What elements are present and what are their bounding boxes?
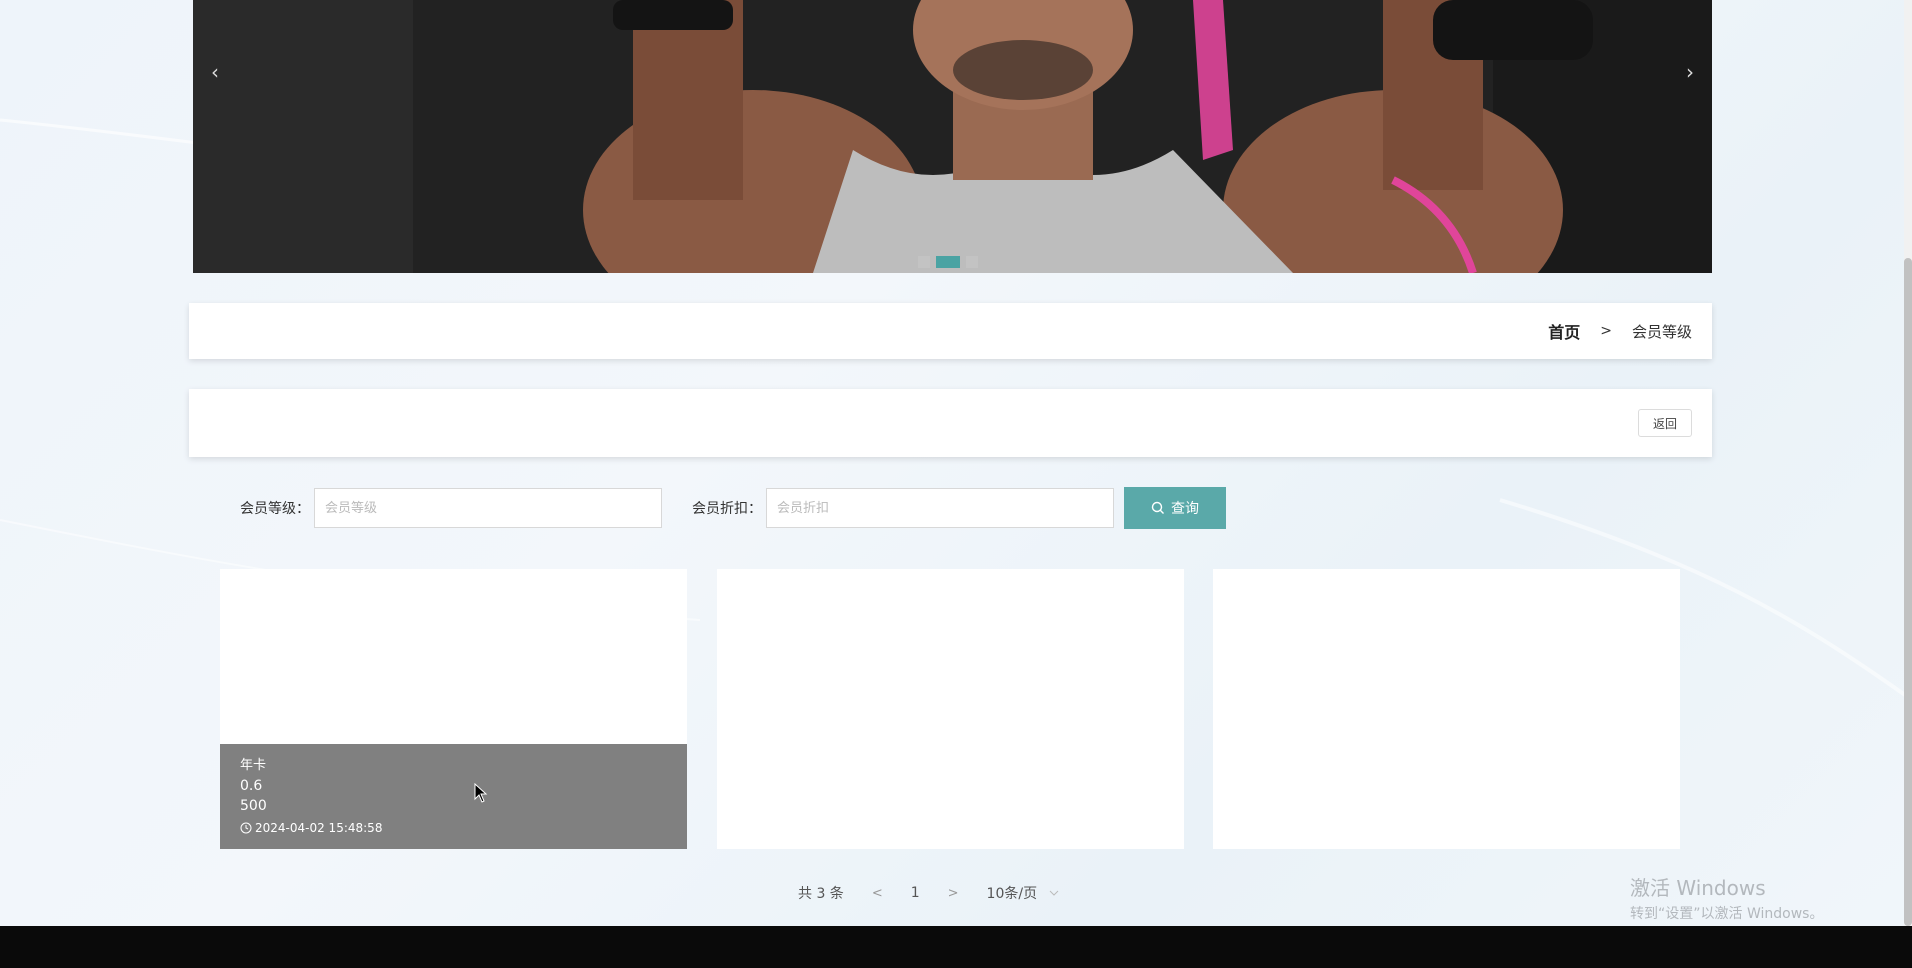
carousel-prev-button[interactable]: ‹ [203, 60, 227, 84]
breadcrumb: 首页 > 会员等级 [1548, 303, 1692, 359]
watermark-subtitle: 转到“设置”以激活 Windows。 [1630, 906, 1824, 922]
breadcrumb-panel: 首页 > 会员等级 [189, 303, 1712, 359]
page-scrollbar[interactable] [1904, 0, 1912, 926]
breadcrumb-home-link[interactable]: 首页 [1548, 319, 1580, 343]
query-button-label: 查询 [1171, 500, 1199, 516]
level-card[interactable] [1213, 569, 1680, 849]
breadcrumb-current: 会员等级 [1631, 322, 1692, 341]
os-taskbar [0, 926, 1912, 968]
back-button[interactable]: 返回 [1637, 409, 1692, 437]
query-button[interactable]: 查询 [1124, 487, 1226, 529]
mouse-cursor-icon [474, 783, 488, 803]
chevron-right-icon: › [1686, 60, 1694, 84]
actions-panel: 返回 [189, 389, 1712, 457]
pagination-next-button[interactable]: > [948, 886, 959, 901]
pagination-page-1[interactable]: 1 [911, 885, 920, 901]
discount-search-input[interactable] [766, 488, 1114, 528]
search-icon [1151, 501, 1164, 514]
pagination: 共 3 条 < 1 > 10条/页 [798, 883, 1059, 903]
banner-image [193, 0, 1712, 273]
clock-icon [240, 822, 252, 834]
card-level: 年卡 [240, 758, 267, 773]
watermark-title: 激活 Windows [1630, 876, 1766, 900]
windows-activation-watermark: 激活 Windows 转到“设置”以激活 Windows。 [1630, 872, 1823, 923]
card-time-text: 2024-04-02 15:48:58 [255, 821, 383, 835]
pagination-prev-button[interactable]: < [872, 886, 883, 901]
level-card[interactable]: 年卡 0.6 500 2024-04-02 15:48:58 [220, 569, 687, 849]
banner-carousel: ‹ › [193, 0, 1712, 273]
page-size-select[interactable]: 10条/页 [987, 883, 1060, 903]
chevron-left-icon: ‹ [211, 60, 219, 84]
search-form: 会员等级： 会员折扣： 查询 [240, 487, 1226, 529]
level-search-input[interactable] [314, 488, 662, 528]
carousel-indicators [918, 256, 978, 268]
pagination-total: 共 3 条 [798, 886, 844, 902]
level-card[interactable] [717, 569, 1184, 849]
card-timestamp: 2024-04-02 15:48:58 [240, 818, 667, 838]
card-info-overlay: 年卡 0.6 500 2024-04-02 15:48:58 [220, 744, 687, 849]
chevron-down-icon [1049, 890, 1059, 896]
discount-label: 会员折扣： [692, 501, 762, 517]
carousel-dot-active[interactable] [936, 256, 960, 268]
breadcrumb-separator: > [1600, 323, 1612, 339]
carousel-next-button[interactable]: › [1678, 60, 1702, 84]
card-discount: 0.6 [240, 778, 263, 794]
scrollbar-thumb[interactable] [1904, 258, 1912, 926]
level-label: 会员等级： [240, 501, 310, 517]
card-price: 500 [240, 798, 267, 814]
carousel-dot[interactable] [966, 256, 978, 268]
carousel-dot[interactable] [918, 256, 930, 268]
page-size-value: 10条/页 [986, 886, 1038, 902]
